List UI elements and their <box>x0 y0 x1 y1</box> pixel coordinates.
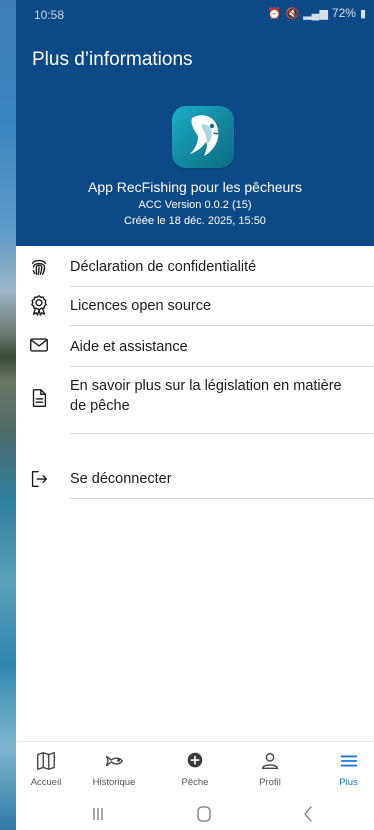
divider <box>70 498 374 499</box>
nav-peche[interactable]: Pêche <box>165 742 225 800</box>
nav-label: Historique <box>92 777 136 788</box>
menu-item-label: Déclaration de confidentialité <box>70 259 257 275</box>
menu-item-help[interactable]: Aide et assistance <box>16 326 374 367</box>
battery-percentage: 72% <box>331 6 356 20</box>
fish-logo-icon <box>190 115 220 156</box>
fingerprint-icon <box>28 256 50 278</box>
app-logo <box>172 106 234 168</box>
page-title: Plus d’informations <box>32 49 193 70</box>
nav-label: Pêche <box>181 777 209 788</box>
mail-icon <box>28 334 50 356</box>
nav-label: Accueil <box>30 777 62 788</box>
home-icon[interactable] <box>192 803 216 825</box>
nav-label: Plus <box>339 777 358 788</box>
menu-item-licenses[interactable]: Licences open source <box>16 287 374 326</box>
nav-accueil[interactable]: Accueil <box>16 742 76 800</box>
app-name: App RecFishing pour les pêcheurs <box>87 179 302 195</box>
status-indicators: ⏰ 🔇 ▂▄▆ 72% ▮ <box>268 6 366 20</box>
app-created-date: Créée le 18 déc. 2025, 15:50 <box>124 215 266 227</box>
nav-historique[interactable]: Historique <box>84 742 144 800</box>
award-ribbon-icon <box>28 294 50 316</box>
fish-outline-icon <box>103 750 125 772</box>
person-icon <box>259 750 281 772</box>
map-icon <box>35 750 57 772</box>
info-header: 10:58 ⏰ 🔇 ▂▄▆ 72% ▮ Plus d’informations … <box>16 0 374 246</box>
app-screen: 10:58 ⏰ 🔇 ▂▄▆ 72% ▮ Plus d’informations … <box>16 0 374 830</box>
menu-item-label: Se déconnecter <box>70 471 172 487</box>
nav-profil[interactable]: Profil <box>240 742 300 800</box>
menu-item-logout[interactable]: Se déconnecter <box>16 460 374 499</box>
system-navigation-bar <box>16 799 374 830</box>
battery-icon: ▮ <box>359 7 366 20</box>
back-icon[interactable] <box>297 803 321 825</box>
menu-item-privacy[interactable]: Déclaration de confidentialité <box>16 252 374 287</box>
status-bar: 10:58 ⏰ 🔇 ▂▄▆ 72% ▮ <box>16 0 374 28</box>
app-version: ACC Version 0.0.2 (15) <box>138 199 252 211</box>
alarm-icon: ⏰ <box>267 7 282 20</box>
menu-icon <box>338 750 360 772</box>
menu-item-label: En savoir plus sur la législation en mat… <box>70 378 342 414</box>
nav-label: Profil <box>259 777 281 788</box>
document-icon <box>28 387 50 409</box>
menu-item-label: Aide et assistance <box>70 339 188 355</box>
mute-icon: 🔇 <box>285 7 300 20</box>
bottom-navigation: Accueil Historique Pêche Profil Plus <box>16 741 374 800</box>
plus-circle-icon <box>184 750 206 772</box>
signal-icon: ▂▄▆ <box>303 7 328 20</box>
divider <box>70 433 374 434</box>
recent-apps-icon[interactable] <box>86 803 110 825</box>
status-time: 10:58 <box>34 8 65 22</box>
menu-item-fishing-legislation[interactable]: En savoir plus sur la législation en mat… <box>16 367 374 434</box>
nav-plus[interactable]: Plus <box>323 742 374 800</box>
menu-item-label: Licences open source <box>70 298 212 314</box>
logout-icon <box>28 468 50 490</box>
